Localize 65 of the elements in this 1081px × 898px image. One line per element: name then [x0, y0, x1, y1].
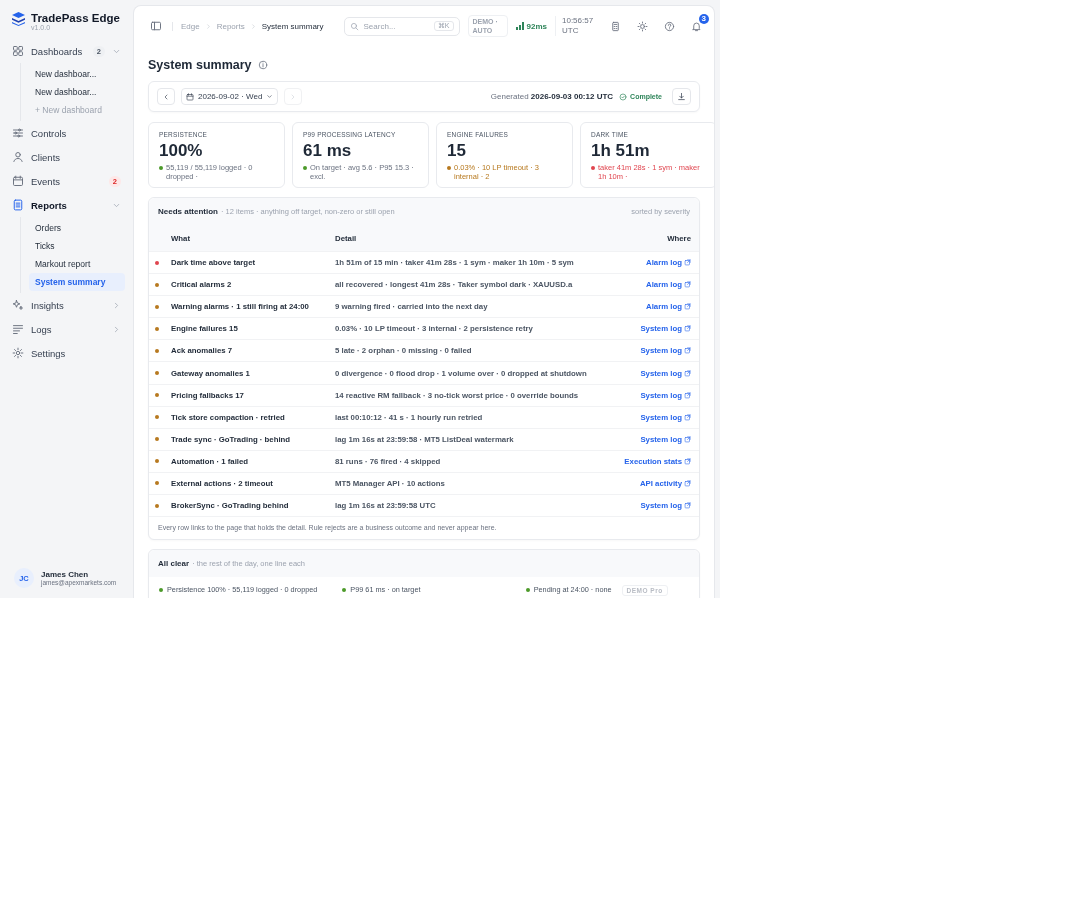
list-icon	[12, 323, 24, 335]
user-icon	[12, 151, 24, 163]
bell-icon[interactable]	[691, 20, 702, 32]
info-icon	[257, 60, 268, 70]
app-name: TradePass Edge	[31, 12, 120, 24]
metric-value: 100%	[159, 141, 204, 161]
document-icon	[12, 199, 24, 211]
layers-logo-icon	[12, 12, 25, 26]
nav-subitem[interactable]: New dashboar...	[29, 83, 125, 101]
download-button[interactable]	[672, 88, 691, 105]
search-icon	[349, 21, 359, 31]
external-link-icon	[684, 347, 691, 355]
signal-icon	[515, 22, 524, 30]
external-link-icon	[684, 303, 691, 311]
nav-item[interactable]: Settings	[8, 341, 125, 365]
chevron-down-icon	[266, 93, 274, 100]
page-title: System summary	[148, 58, 252, 72]
external-link-icon	[684, 325, 691, 333]
chevron-icon	[204, 22, 212, 30]
external-link-icon	[684, 281, 691, 289]
external-link-icon	[684, 480, 691, 487]
panel-title: Needs attention	[158, 207, 218, 216]
nav-subitem[interactable]: Markout report	[29, 255, 125, 273]
external-link-icon	[684, 457, 691, 465]
nav-subitem[interactable]: New dashboar...	[29, 65, 125, 83]
settings-icon	[12, 347, 24, 359]
external-link-icon	[684, 391, 691, 399]
sun-icon[interactable]	[637, 20, 648, 32]
breadcrumb-item: System summary	[261, 21, 324, 31]
generated-time: Generated 2026-09-03 00:12 UTC	[490, 92, 614, 101]
clock-time: 10:56:57 UTC	[555, 16, 594, 36]
calculator-icon[interactable]	[610, 20, 621, 32]
metric-value: 15	[447, 141, 467, 161]
search-field[interactable]: Search...	[363, 21, 429, 31]
chevron-icon	[249, 22, 257, 30]
external-link-icon	[684, 413, 691, 421]
external-link-icon	[684, 369, 691, 377]
chevron-left-icon	[162, 92, 170, 101]
download-icon	[677, 92, 686, 101]
nav-subitem[interactable]: Orders	[29, 219, 125, 237]
sliders-icon	[12, 127, 24, 139]
notification-badge: 3	[698, 13, 709, 24]
sidebar-toggle-icon[interactable]	[150, 20, 162, 32]
user-name: James Chen	[41, 570, 90, 579]
calendar-icon	[186, 92, 194, 101]
grid-icon	[12, 45, 24, 57]
metric-value: 61 ms	[303, 141, 353, 161]
nav-item[interactable]: Logs	[8, 317, 125, 341]
nav-subitem[interactable]: Ticks	[29, 237, 125, 255]
latency-reading: 92ms	[526, 21, 547, 31]
calendar-icon	[12, 175, 24, 187]
nav-item[interactable]: Reports	[8, 193, 125, 217]
external-link-icon	[684, 259, 691, 267]
external-link-icon	[684, 435, 691, 443]
check-circle-icon	[619, 92, 628, 101]
nav-item[interactable]: Insights	[8, 293, 125, 317]
help-icon[interactable]	[664, 20, 675, 32]
metric-value: 1h 51m	[591, 141, 651, 161]
nav-item[interactable]: Controls	[8, 121, 125, 145]
nav-subitem[interactable]: System summary	[29, 273, 125, 291]
nav-item[interactable]: Clients	[8, 145, 125, 169]
sparkle-icon	[12, 299, 24, 311]
date-picker[interactable]: 2026-09-02 · Wed	[181, 88, 279, 105]
panel-title: All clear	[158, 559, 190, 569]
external-link-icon	[684, 502, 691, 510]
